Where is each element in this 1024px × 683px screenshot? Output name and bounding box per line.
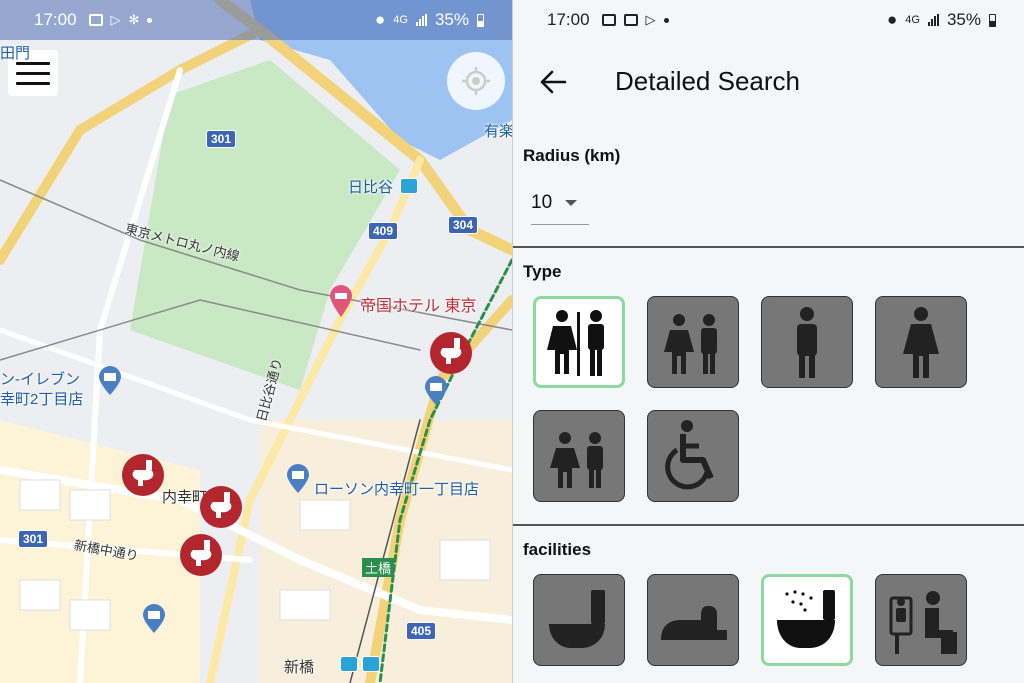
hotel-pin-icon[interactable] — [328, 284, 354, 318]
route-shield: 301 — [18, 530, 49, 548]
signal-icon — [415, 14, 427, 26]
slack-icon: ✻ — [128, 12, 140, 27]
map-label-dobashi: 土橋 — [362, 558, 395, 577]
multipurpose-icon — [550, 432, 603, 488]
dropdown-arrow-icon[interactable] — [565, 200, 577, 206]
type-multipurpose-tile[interactable] — [533, 410, 625, 502]
metro-station-icon — [400, 178, 418, 194]
store-pin-icon[interactable] — [98, 366, 122, 396]
signal-icon — [927, 14, 939, 26]
notification-dot-icon — [147, 17, 153, 23]
type-all-gender-divided-tile[interactable] — [533, 296, 625, 388]
status-bar: 17:00 ▷ ● 4G 35% — [513, 0, 1024, 40]
male-icon — [797, 307, 817, 378]
bidet-toilet-icon — [777, 590, 835, 648]
my-location-button[interactable] — [447, 52, 505, 110]
section-divider — [513, 524, 1024, 526]
back-arrow-icon[interactable] — [539, 68, 567, 96]
map-label-yurakucho: 有楽 — [484, 123, 512, 140]
page-title: Detailed Search — [615, 66, 800, 96]
calendar-icon — [623, 14, 638, 26]
network-label: 4G — [905, 14, 920, 26]
radius-label: Radius (km) — [523, 146, 621, 165]
type-female-tile[interactable] — [875, 296, 967, 388]
toilet-pin-icon[interactable] — [428, 330, 474, 376]
facility-baby-seat-tile[interactable] — [875, 574, 967, 666]
japanese-toilet-icon — [661, 606, 727, 640]
crosshair-icon — [462, 67, 490, 95]
map-label-seven-eleven: ン-イレブン — [0, 371, 80, 388]
type-male-tile[interactable] — [761, 296, 853, 388]
wheelchair-icon — [665, 420, 714, 490]
notification-dot-icon — [663, 17, 669, 23]
status-bar: 17:00 ▷ ✻ ● 4G 35% — [0, 0, 512, 40]
type-label: Type — [523, 262, 562, 281]
route-shield: 409 — [368, 222, 399, 240]
image-icon — [601, 14, 616, 26]
app-bar: Detailed Search — [513, 44, 1024, 120]
map-label-imperial-hotel: 帝国ホテル 東京 — [360, 298, 477, 315]
store-pin-icon[interactable] — [424, 376, 448, 406]
facility-bidet-toilet-tile[interactable] — [761, 574, 853, 666]
radius-dropdown[interactable]: 10 — [531, 192, 552, 214]
toilet-pin-icon[interactable] — [198, 484, 244, 530]
western-toilet-icon — [549, 590, 605, 648]
section-divider — [513, 246, 1024, 248]
facility-western-toilet-tile[interactable] — [533, 574, 625, 666]
facility-japanese-toilet-tile[interactable] — [647, 574, 739, 666]
baby-seat-icon — [889, 591, 957, 654]
dropdown-underline — [531, 224, 589, 225]
location-icon: ● — [887, 10, 898, 29]
detailed-search-screen: 17:00 ▷ ● 4G 35% Detailed Search Radius … — [512, 0, 1024, 683]
battery-percent: 35% — [946, 10, 981, 29]
toilet-pin-icon[interactable] — [178, 532, 224, 578]
map-label-hibiya: 日比谷 — [348, 179, 394, 196]
map-screen[interactable]: 17:00 ▷ ✻ ● 4G 35% 田門 有楽 日比谷 東京メトロ丸ノ内線 帝… — [0, 0, 512, 683]
network-label: 4G — [393, 14, 408, 26]
play-store-icon: ▷ — [645, 12, 656, 27]
map-label-sakuradamon: 田門 — [0, 45, 31, 62]
metro-station-icon — [362, 656, 380, 672]
battery-percent: 35% — [434, 10, 469, 29]
status-time: 17:00 — [547, 10, 590, 29]
route-shield: 304 — [448, 216, 479, 234]
battery-icon — [989, 13, 996, 27]
type-male-female-tile[interactable] — [647, 296, 739, 388]
facilities-label: facilities — [523, 540, 592, 559]
type-wheelchair-tile[interactable] — [647, 410, 739, 502]
battery-icon — [477, 13, 484, 27]
route-shield: 301 — [206, 130, 237, 148]
all-gender-divided-icon — [547, 310, 604, 376]
status-time: 17:00 — [34, 10, 77, 29]
route-shield: 405 — [406, 622, 437, 640]
play-store-icon: ▷ — [110, 12, 121, 27]
male-female-icon — [664, 314, 717, 374]
calendar-icon — [88, 14, 103, 26]
toilet-pin-icon[interactable] — [120, 452, 166, 498]
female-icon — [903, 307, 939, 378]
map-label-lawson: ローソン内幸町一丁目店 — [314, 481, 480, 498]
store-pin-icon[interactable] — [142, 604, 166, 634]
map-label-shinbashi: 新橋 — [284, 659, 315, 676]
map-label-seven-eleven-branch: 幸町2丁目店 — [0, 391, 84, 408]
location-icon: ● — [375, 10, 386, 29]
metro-station-icon — [340, 656, 358, 672]
store-pin-icon[interactable] — [286, 464, 310, 494]
